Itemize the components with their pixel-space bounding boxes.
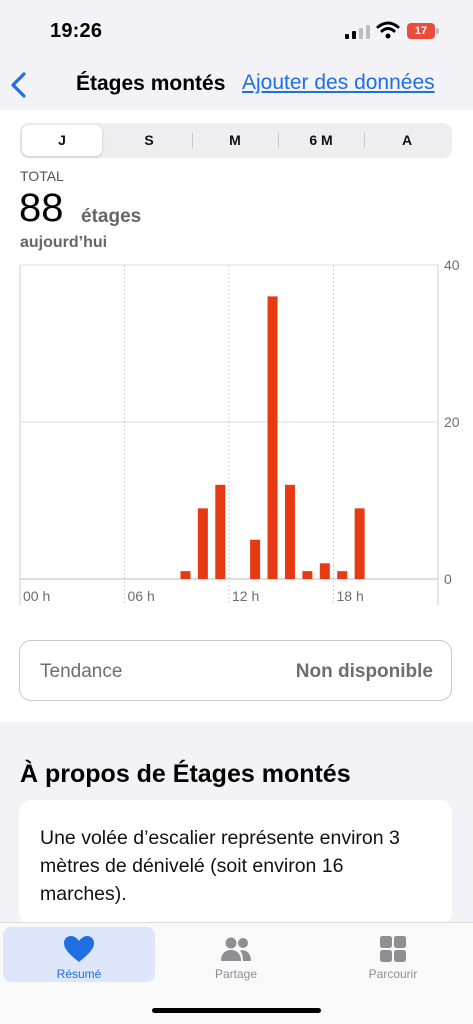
tab-summary-label: Résumé bbox=[56, 967, 102, 981]
cellular-signal-icon bbox=[345, 25, 370, 39]
about-card: Une volée d’escalier représente environ … bbox=[19, 800, 452, 925]
total-value: 88 bbox=[19, 186, 64, 230]
about-text: Une volée d’escalier représente environ … bbox=[40, 827, 400, 905]
about-section-title: À propos de Étages montés bbox=[20, 760, 351, 788]
chart-bar bbox=[267, 296, 278, 579]
segment-year[interactable]: A bbox=[364, 125, 450, 156]
x-tick-label: 00 h bbox=[23, 588, 50, 604]
tab-bar: Résumé Partage Parcourir bbox=[0, 922, 473, 1024]
chart-bar bbox=[250, 539, 261, 579]
tab-summary[interactable]: Résumé bbox=[3, 927, 155, 982]
battery-level: 17 bbox=[407, 23, 435, 39]
trend-card[interactable]: Tendance Non disponible bbox=[19, 640, 452, 701]
status-time: 19:26 bbox=[50, 20, 103, 42]
y-tick-label: 40 bbox=[444, 257, 460, 273]
battery-icon: 17 bbox=[407, 23, 439, 39]
total-unit: étages bbox=[81, 206, 142, 227]
total-date: aujourd’hui bbox=[20, 234, 108, 251]
tab-sharing[interactable]: Partage bbox=[160, 927, 312, 982]
segment-six-months[interactable]: 6 M bbox=[278, 125, 364, 156]
chart-bar bbox=[302, 571, 313, 579]
x-tick-label: 18 h bbox=[337, 588, 364, 604]
back-chevron-icon[interactable] bbox=[8, 70, 30, 100]
grid-icon bbox=[380, 936, 406, 962]
x-tick-label: 12 h bbox=[232, 588, 259, 604]
trend-label: Tendance bbox=[40, 661, 123, 682]
status-bar: 19:26 17 bbox=[0, 0, 473, 58]
heart-icon bbox=[64, 936, 94, 962]
chart-bar bbox=[215, 484, 226, 579]
chart-bar bbox=[337, 571, 348, 579]
trend-value: Non disponible bbox=[295, 661, 433, 682]
chart-svg: 00 h 06 h 12 h 18 h 40 20 0 bbox=[19, 257, 460, 605]
y-tick-label: 20 bbox=[444, 414, 460, 430]
tab-browse[interactable]: Parcourir bbox=[317, 927, 469, 982]
segment-day[interactable]: J bbox=[22, 125, 102, 156]
wifi-icon bbox=[376, 21, 400, 39]
home-indicator bbox=[152, 1008, 321, 1013]
y-tick-label: 0 bbox=[444, 571, 452, 587]
chart-bar bbox=[197, 508, 208, 579]
people-icon bbox=[221, 937, 251, 961]
segment-week[interactable]: S bbox=[106, 125, 192, 156]
segment-month[interactable]: M bbox=[192, 125, 278, 156]
chart-bar bbox=[180, 571, 191, 579]
chart-bar bbox=[284, 484, 295, 579]
floors-bar-chart[interactable]: 00 h 06 h 12 h 18 h 40 20 0 bbox=[0, 255, 473, 615]
chart-bar bbox=[354, 508, 365, 579]
time-range-segmented-control: J S M 6 M A bbox=[20, 123, 452, 158]
total-label: TOTAL bbox=[20, 168, 64, 184]
navigation-bar: Étages montés Ajouter des données bbox=[0, 58, 473, 110]
add-data-link[interactable]: Ajouter des données bbox=[242, 71, 435, 95]
tab-sharing-label: Partage bbox=[214, 967, 258, 981]
chart-bar bbox=[319, 563, 330, 579]
tab-browse-label: Parcourir bbox=[368, 967, 418, 981]
x-tick-label: 06 h bbox=[128, 588, 155, 604]
page-title: Étages montés bbox=[76, 72, 226, 95]
chart-card: J S M 6 M A TOTAL 88 étages aujourd’hui … bbox=[0, 110, 473, 722]
